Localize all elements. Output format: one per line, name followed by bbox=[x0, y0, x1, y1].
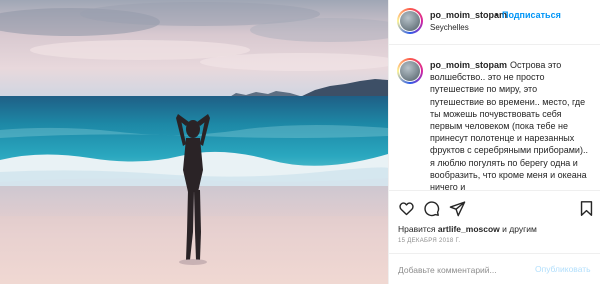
instagram-post: po_moim_stopam • Подписаться Seychelles … bbox=[0, 0, 600, 284]
liked-by-user-link[interactable]: artlife_moscow bbox=[438, 224, 500, 234]
post-actions: Нравится artlife_moscow и другим 15 ДЕКА… bbox=[389, 190, 600, 284]
post-side-panel: po_moim_stopam • Подписаться Seychelles … bbox=[388, 0, 600, 284]
comment-button[interactable] bbox=[423, 200, 440, 217]
paper-plane-icon bbox=[449, 201, 466, 217]
share-button[interactable] bbox=[449, 200, 466, 217]
likes-summary: Нравится artlife_moscow и другим bbox=[398, 224, 537, 234]
post-header: po_moim_stopam • Подписаться Seychelles bbox=[389, 0, 600, 45]
post-date[interactable]: 15 ДЕКАБРЯ 2018 Г. bbox=[398, 238, 460, 244]
likes-prefix: Нравится bbox=[398, 224, 436, 234]
save-button[interactable] bbox=[578, 200, 595, 217]
author-avatar[interactable] bbox=[397, 8, 423, 34]
caption-text: po_moim_stopam Острова это волшебство.. э… bbox=[430, 59, 592, 190]
caption-avatar[interactable] bbox=[397, 58, 423, 84]
add-comment-row: Опубликовать bbox=[389, 253, 600, 284]
caption-body: Острова это волшебство.. это не просто п… bbox=[430, 60, 588, 190]
caption-section[interactable]: po_moim_stopam Острова это волшебство.. э… bbox=[389, 46, 600, 190]
location-link[interactable]: Seychelles bbox=[430, 23, 469, 32]
publish-button[interactable]: Опубликовать bbox=[535, 264, 591, 274]
bookmark-icon bbox=[580, 201, 593, 216]
comment-input[interactable] bbox=[398, 263, 528, 277]
comment-bubble-icon bbox=[424, 201, 440, 217]
heart-icon bbox=[399, 202, 414, 216]
post-photo[interactable] bbox=[0, 0, 388, 284]
header-separator: • bbox=[495, 10, 499, 20]
follow-button[interactable]: Подписаться bbox=[502, 10, 561, 20]
caption-username-link[interactable]: po_moim_stopam bbox=[430, 60, 507, 70]
likes-suffix: и другим bbox=[502, 224, 537, 234]
like-button[interactable] bbox=[398, 200, 415, 217]
beach-photo-illustration bbox=[0, 0, 388, 284]
